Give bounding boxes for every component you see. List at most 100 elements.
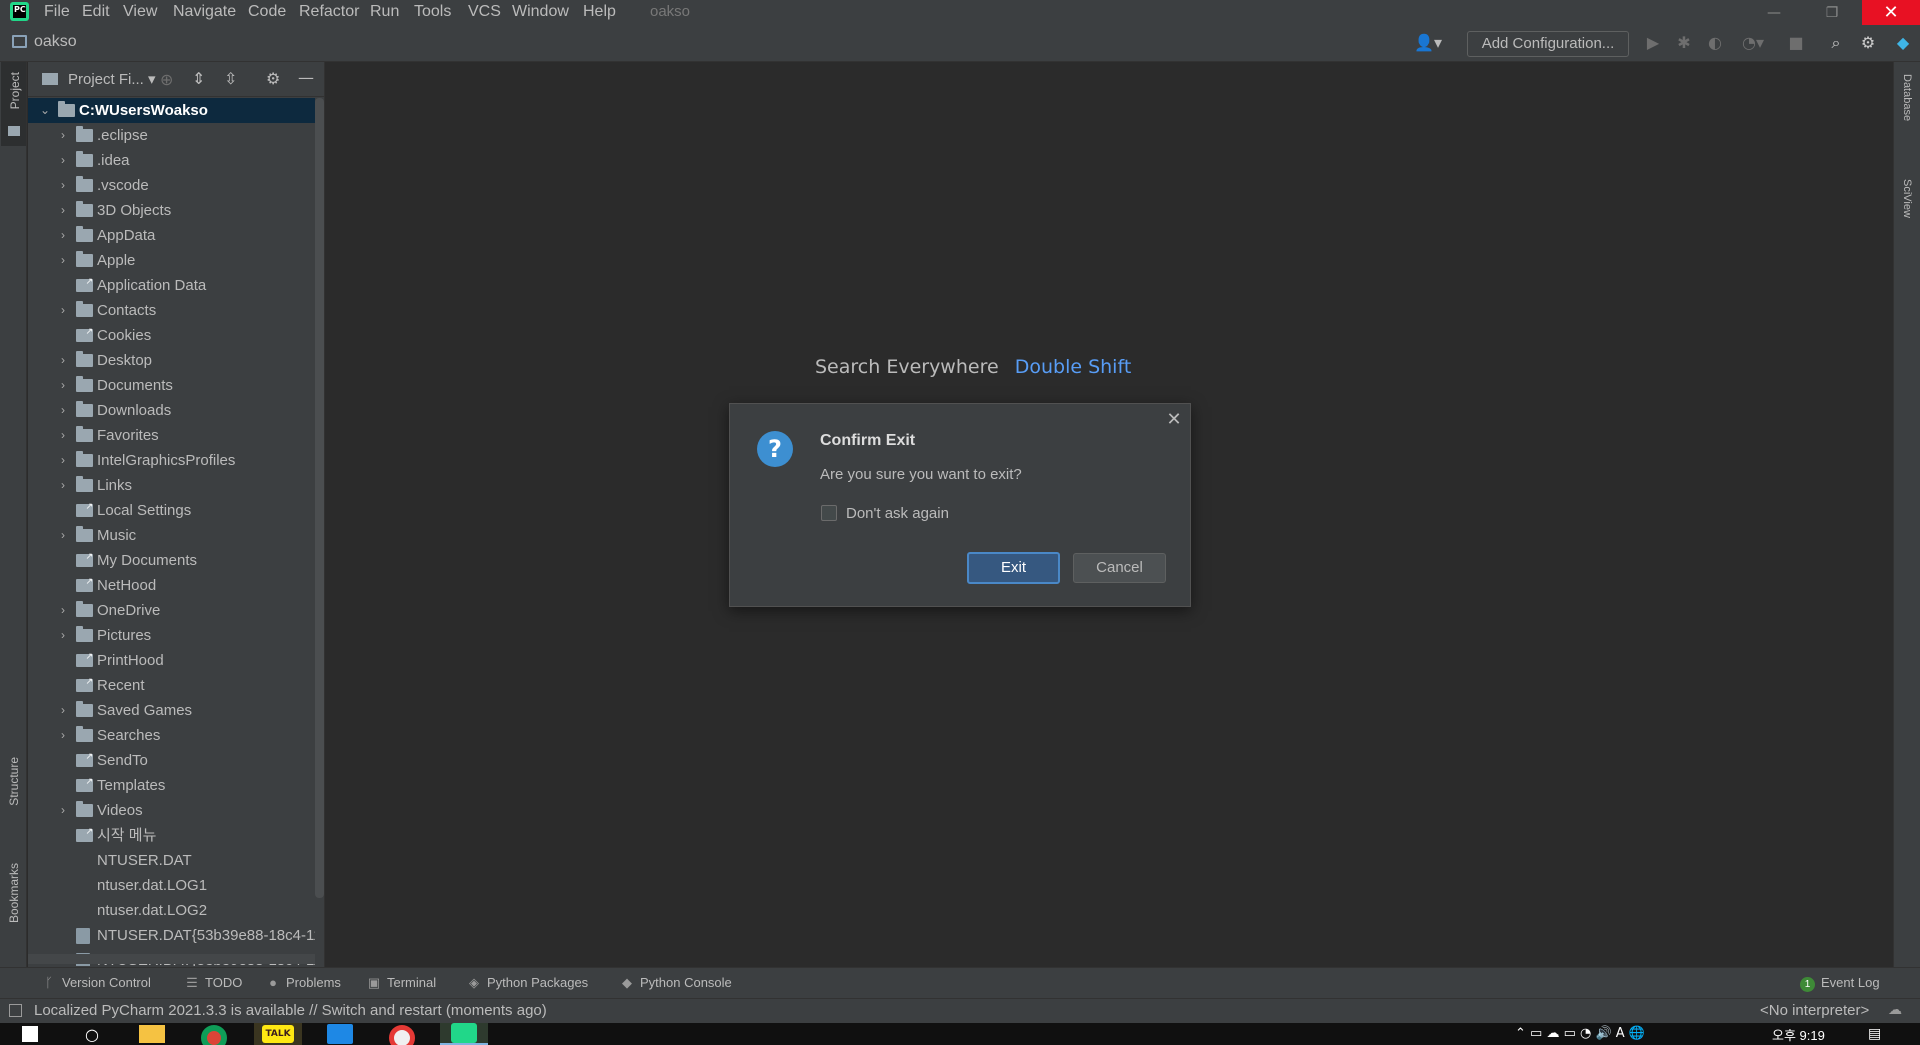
taskbar-clock[interactable]: 오후 9:19	[1772, 1025, 1825, 1044]
chevron-right-icon[interactable]: ›	[57, 523, 69, 548]
settings-gear-icon[interactable]: ⚙	[1858, 33, 1878, 53]
file-explorer-icon[interactable]	[128, 1023, 176, 1045]
tree-item[interactable]: › AppData	[28, 223, 315, 248]
code-with-me-icon[interactable]: ◆	[1893, 33, 1913, 53]
tab-version-control[interactable]: ᚴ Version Control	[42, 975, 151, 990]
menu-window[interactable]: Window	[512, 1, 569, 23]
status-message[interactable]: Localized PyCharm 2021.3.3 is available …	[34, 1002, 547, 1019]
toggle-tool-windows-icon[interactable]	[9, 1004, 22, 1017]
app-icon[interactable]	[316, 1023, 364, 1045]
sciview-tool-tab[interactable]: SciView	[1901, 179, 1913, 274]
chevron-right-icon[interactable]: ›	[57, 348, 69, 373]
chevron-right-icon[interactable]: ›	[57, 798, 69, 823]
music-app-icon[interactable]	[378, 1023, 426, 1045]
tab-terminal[interactable]: ▣ Terminal	[367, 975, 436, 991]
tab-todo[interactable]: ☰ TODO	[185, 975, 242, 991]
stop-icon[interactable]: ■	[1786, 33, 1806, 53]
tree-item[interactable]: Local Settings	[28, 498, 315, 523]
cancel-button[interactable]: Cancel	[1073, 553, 1166, 583]
tree-item[interactable]: › Searches	[28, 723, 315, 748]
close-window-button[interactable]: ✕	[1862, 0, 1920, 25]
chevron-right-icon[interactable]: ›	[57, 248, 69, 273]
tree-item[interactable]: NTUSER.DAT{53b39e88-18c4-11e	[28, 923, 315, 948]
tree-item[interactable]: › Downloads	[28, 398, 315, 423]
kakaotalk-icon[interactable]: TALK	[254, 1023, 302, 1045]
pycharm-logo-icon[interactable]: PC	[10, 2, 29, 21]
tree-item[interactable]: › IntelGraphicsProfiles	[28, 448, 315, 473]
chevron-right-icon[interactable]: ›	[57, 223, 69, 248]
chevron-right-icon[interactable]: ›	[57, 373, 69, 398]
chevron-right-icon[interactable]: ›	[57, 198, 69, 223]
locate-target-icon[interactable]: ⊕	[160, 70, 173, 89]
chevron-down-icon[interactable]: ⌄	[39, 98, 51, 123]
tree-item[interactable]: ntuser.dat.LOG2	[28, 898, 315, 923]
tree-item[interactable]: › Music	[28, 523, 315, 548]
chrome-icon[interactable]	[190, 1023, 238, 1045]
chevron-right-icon[interactable]: ›	[57, 123, 69, 148]
pycharm-taskbar-icon[interactable]	[440, 1023, 488, 1045]
expand-all-icon[interactable]: ⇕	[192, 69, 205, 88]
action-center-icon[interactable]: ▤	[1868, 1026, 1881, 1042]
tree-item[interactable]: NetHood	[28, 573, 315, 598]
dont-ask-again-label[interactable]: Don't ask again	[846, 505, 949, 522]
menu-view[interactable]: View	[123, 1, 157, 23]
dialog-close-icon[interactable]: ✕	[1164, 410, 1184, 430]
tab-python-packages[interactable]: ◈ Python Packages	[467, 975, 588, 991]
tab-event-log[interactable]: 1 Event Log	[1800, 975, 1880, 992]
hide-panel-icon[interactable]: —	[298, 68, 314, 87]
chevron-right-icon[interactable]: ›	[57, 148, 69, 173]
interpreter-selector[interactable]: <No interpreter>	[1760, 1002, 1869, 1019]
menu-vcs[interactable]: VCS	[468, 1, 501, 23]
menu-refactor[interactable]: Refactor	[299, 1, 359, 23]
chevron-right-icon[interactable]: ›	[57, 448, 69, 473]
minimize-button[interactable]: —	[1746, 0, 1802, 25]
chevron-right-icon[interactable]: ›	[57, 398, 69, 423]
tree-item[interactable]: 시작 메뉴	[28, 823, 315, 848]
gear-icon[interactable]: ⚙	[266, 69, 280, 88]
debug-icon[interactable]: ✱	[1674, 33, 1694, 53]
collapse-all-icon[interactable]: ⇳	[224, 69, 237, 88]
tree-item[interactable]: SendTo	[28, 748, 315, 773]
chevron-right-icon[interactable]: ›	[57, 623, 69, 648]
tree-item[interactable]: NTUSER.DAT	[28, 848, 315, 873]
breadcrumb-project[interactable]: oakso	[34, 33, 77, 51]
tree-vertical-scrollbar[interactable]	[315, 98, 324, 898]
tree-item[interactable]: › Favorites	[28, 423, 315, 448]
tree-item[interactable]: › Links	[28, 473, 315, 498]
chevron-right-icon[interactable]: ›	[57, 598, 69, 623]
menu-run[interactable]: Run	[370, 1, 399, 23]
tree-item[interactable]: › Documents	[28, 373, 315, 398]
tree-item[interactable]: › Apple	[28, 248, 315, 273]
tree-item[interactable]: PrintHood	[28, 648, 315, 673]
menu-code[interactable]: Code	[248, 1, 286, 23]
exit-button[interactable]: Exit	[967, 552, 1060, 584]
bookmarks-tool-tab[interactable]: Bookmarks	[7, 863, 21, 943]
chevron-right-icon[interactable]: ›	[57, 723, 69, 748]
tree-item[interactable]: › .vscode	[28, 173, 315, 198]
database-tool-tab[interactable]: Database	[1901, 74, 1913, 169]
tree-item[interactable]: › Desktop	[28, 348, 315, 373]
tree-item[interactable]: My Documents	[28, 548, 315, 573]
account-icon[interactable]: 👤▾	[1413, 33, 1443, 53]
menu-file[interactable]: File	[44, 1, 70, 23]
system-tray-icons[interactable]: ⌃ ▭ ☁ ▭ ◔ 🔊 A 🌐	[1515, 1026, 1645, 1041]
chevron-right-icon[interactable]: ›	[57, 173, 69, 198]
dont-ask-again-checkbox[interactable]	[821, 505, 837, 521]
tree-item[interactable]: › OneDrive	[28, 598, 315, 623]
search-icon[interactable]: ○	[68, 1023, 116, 1045]
chevron-right-icon[interactable]: ›	[57, 298, 69, 323]
tree-item[interactable]: ntuser.dat.LOG1	[28, 873, 315, 898]
run-icon[interactable]: ▶	[1643, 33, 1663, 53]
add-configuration-button[interactable]: Add Configuration...	[1467, 31, 1629, 57]
start-icon[interactable]	[6, 1023, 54, 1045]
menu-navigate[interactable]: Navigate	[173, 1, 236, 23]
tree-horizontal-scrollbar[interactable]	[28, 954, 315, 964]
tree-item[interactable]: › Saved Games	[28, 698, 315, 723]
chevron-right-icon[interactable]: ›	[57, 423, 69, 448]
tree-item[interactable]: › Pictures	[28, 623, 315, 648]
tree-item[interactable]: Cookies	[28, 323, 315, 348]
chevron-right-icon[interactable]: ›	[57, 698, 69, 723]
tree-item[interactable]: › .idea	[28, 148, 315, 173]
coverage-icon[interactable]: ◐	[1705, 33, 1725, 53]
search-icon[interactable]: ⌕	[1826, 33, 1846, 53]
